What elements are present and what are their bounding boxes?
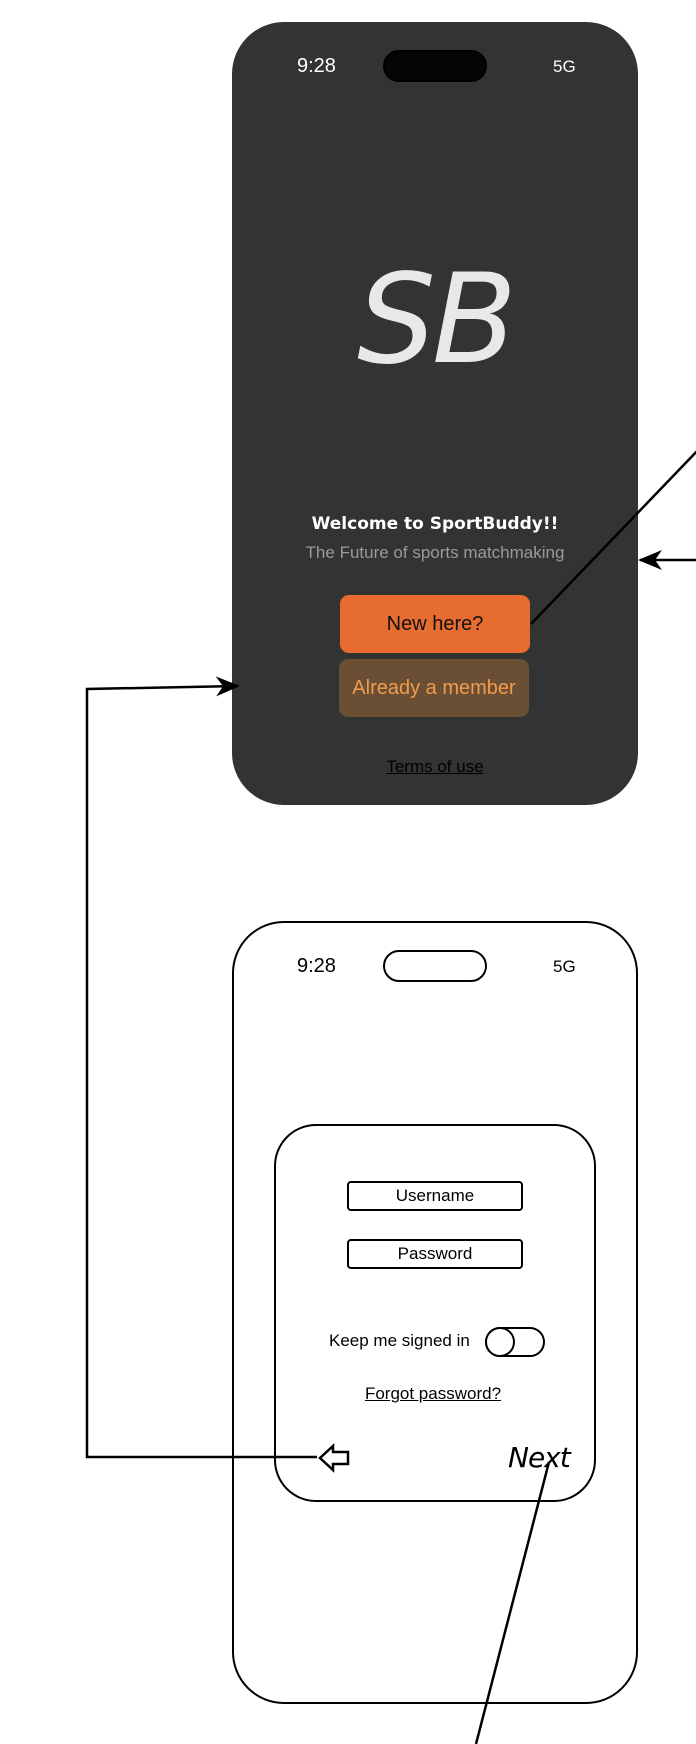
toggle-knob xyxy=(485,1326,515,1357)
welcome-title: Welcome to SportBuddy!! xyxy=(311,514,559,534)
already-member-button[interactable]: Already a member xyxy=(339,659,529,717)
welcome-phone-frame: 9:28 5G SB Welcome to SportBuddy!! The F… xyxy=(232,22,638,805)
status-network: 5G xyxy=(553,957,576,976)
status-network: 5G xyxy=(553,57,576,76)
dynamic-island xyxy=(383,50,487,82)
forgot-password-link[interactable]: Forgot password? xyxy=(0,1384,696,1404)
status-time: 9:28 xyxy=(297,55,336,77)
tagline: The Future of sports matchmaking xyxy=(305,543,565,562)
left-arrow-icon[interactable] xyxy=(317,1442,351,1474)
dynamic-island xyxy=(383,950,487,982)
username-input[interactable]: Username xyxy=(347,1181,523,1211)
app-logo: SB xyxy=(357,248,517,392)
keep-signed-in-label: Keep me signed in xyxy=(329,1331,470,1350)
diagram-canvas: 9:28 5G SB Welcome to SportBuddy!! The F… xyxy=(0,0,696,1744)
next-button[interactable]: Next xyxy=(508,1441,571,1474)
status-time: 9:28 xyxy=(297,955,336,977)
new-here-button[interactable]: New here? xyxy=(340,595,530,653)
keep-signed-in-toggle[interactable] xyxy=(485,1326,545,1357)
terms-of-use-link[interactable]: Terms of use xyxy=(232,757,638,777)
password-input[interactable]: Password xyxy=(347,1239,523,1269)
